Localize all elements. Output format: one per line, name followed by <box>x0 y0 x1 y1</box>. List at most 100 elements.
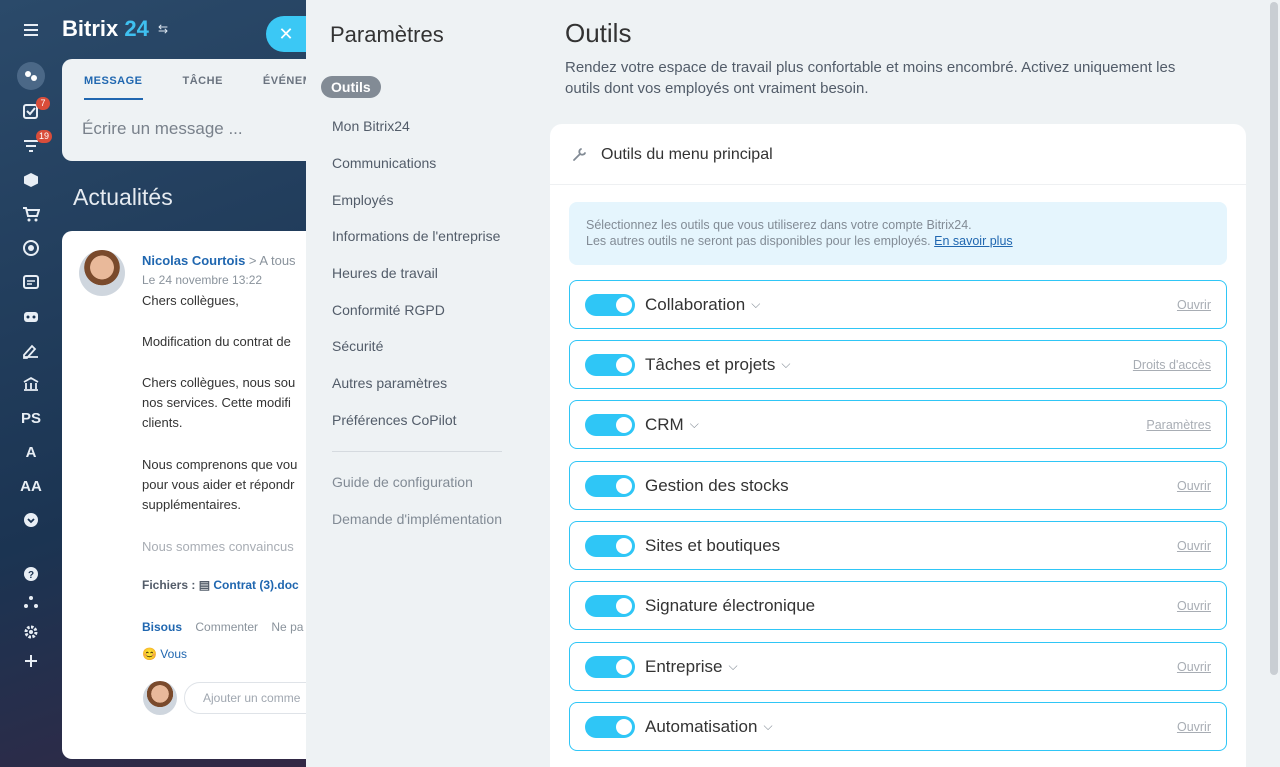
brand-number: 24 <box>124 16 149 41</box>
settings-title: Paramètres <box>330 22 444 47</box>
left-sidebar: 7 19 PS A AA ? <box>0 0 62 767</box>
brand-switch-icon[interactable]: ⇆ <box>158 22 168 36</box>
tool-action-link[interactable]: Ouvrir <box>1177 298 1211 312</box>
rail-text-ps[interactable]: PS <box>19 406 43 430</box>
pulse-icon[interactable] <box>17 62 45 90</box>
tool-toggle[interactable] <box>585 294 635 316</box>
nav-item-copilot[interactable]: Préférences CoPilot <box>332 412 457 428</box>
nav-item-rgpd[interactable]: Conformité RGPD <box>332 302 445 318</box>
brand-logo[interactable]: Bitrix 24 <box>62 16 149 42</box>
tool-action-link[interactable]: Ouvrir <box>1177 479 1211 493</box>
unfollow-button[interactable]: Ne pa <box>271 620 303 634</box>
tab-task[interactable]: TÂCHE <box>183 75 223 100</box>
nav-item-autres[interactable]: Autres paramètres <box>332 375 447 391</box>
page-title: Outils <box>565 18 632 48</box>
gear-icon[interactable] <box>19 620 43 644</box>
chevron-down-icon[interactable]: ⌵ <box>690 417 699 432</box>
post-author[interactable]: Nicolas Courtois > A tous <box>142 253 296 268</box>
files-label: Fichiers : <box>142 578 196 592</box>
post-text-line: supplémentaires. <box>142 497 241 512</box>
author-avatar[interactable] <box>79 250 125 296</box>
comment-button[interactable]: Commenter <box>195 620 258 634</box>
nav-item-securite[interactable]: Sécurité <box>332 338 383 354</box>
box-icon[interactable] <box>19 168 43 192</box>
settings-panel: Paramètres Outils Mon Bitrix24 Communica… <box>306 0 1280 767</box>
nav-item-guide[interactable]: Guide de configuration <box>332 474 473 490</box>
document-icon: ▤ <box>198 578 211 592</box>
tab-message[interactable]: MESSAGE <box>84 75 143 100</box>
tool-name[interactable]: Tâches et projets ⌵ <box>645 355 791 375</box>
post-text-line: Chers collègues, <box>142 293 239 308</box>
chevron-down-icon[interactable]: ⌵ <box>751 297 760 312</box>
nav-item-communications[interactable]: Communications <box>332 155 436 171</box>
post-files: Fichiers : ▤ Contrat (3).doc <box>142 578 299 592</box>
nav-item-outils[interactable]: Outils <box>321 76 381 98</box>
tool-name[interactable]: Automatisation ⌵ <box>645 717 773 737</box>
rail-text-aa[interactable]: AA <box>19 474 43 498</box>
tool-action-link[interactable]: Ouvrir <box>1177 599 1211 613</box>
tasks-badge: 7 <box>36 97 50 110</box>
tool-toggle[interactable] <box>585 354 635 376</box>
chevron-down-icon[interactable]: ⌵ <box>781 357 790 372</box>
nav-item-implementation[interactable]: Demande d'implémentation <box>332 511 502 527</box>
nav-item-heures[interactable]: Heures de travail <box>332 265 438 281</box>
chevron-down-icon[interactable]: ⌵ <box>728 659 737 674</box>
rail-text-a[interactable]: A <box>19 440 43 464</box>
tool-name[interactable]: CRM ⌵ <box>645 415 699 435</box>
tool-toggle[interactable] <box>585 595 635 617</box>
post-destination: A tous <box>259 253 296 268</box>
nav-divider <box>332 451 502 452</box>
comment-input[interactable]: Ajouter un comme <box>184 682 322 714</box>
post-text-line: nos services. Cette modifi <box>142 395 291 410</box>
chevron-down-icon[interactable]: ⌵ <box>763 719 772 734</box>
structure-icon[interactable] <box>19 590 43 614</box>
help-icon[interactable]: ? <box>19 562 43 586</box>
nav-item-informations[interactable]: Informations de l'entreprise <box>332 228 500 244</box>
tool-name: Signature électronique <box>645 596 816 615</box>
contact-card-icon[interactable] <box>19 270 43 294</box>
nav-item-employes[interactable]: Employés <box>332 192 393 208</box>
learn-more-link[interactable]: En savoir plus <box>934 234 1013 248</box>
tool-toggle[interactable] <box>585 535 635 557</box>
menu-icon[interactable] <box>19 18 43 42</box>
post-composer: MESSAGE TÂCHE ÉVÉNEM Écrire un message .… <box>62 59 322 161</box>
nav-item-mon-bitrix24[interactable]: Mon Bitrix24 <box>332 118 410 134</box>
tool-action-link[interactable]: Paramètres <box>1146 418 1211 432</box>
author-name[interactable]: Nicolas Courtois <box>142 253 245 268</box>
plus-icon[interactable] <box>19 649 43 673</box>
card-title: Outils du menu principal <box>601 146 773 163</box>
target-icon[interactable] <box>19 236 43 260</box>
cart-icon[interactable] <box>19 202 43 226</box>
message-input[interactable]: Écrire un message ... <box>82 119 243 139</box>
tool-toggle[interactable] <box>585 475 635 497</box>
close-slider-button[interactable]: ✕ <box>266 16 306 52</box>
close-icon: ✕ <box>278 23 294 44</box>
file-link[interactable]: Contrat (3).doc <box>213 578 298 592</box>
svg-text:?: ? <box>28 570 34 581</box>
scrollbar[interactable] <box>1270 2 1278 675</box>
tool-action-link[interactable]: Ouvrir <box>1177 720 1211 734</box>
tool-toggle[interactable] <box>585 414 635 436</box>
tool-toggle[interactable] <box>585 656 635 678</box>
brand-name: Bitrix <box>62 16 119 41</box>
settings-content: Outils Rendez votre espace de travail pl… <box>550 0 1280 767</box>
like-button[interactable]: Bisous <box>142 620 182 634</box>
tool-action-link[interactable]: Ouvrir <box>1177 539 1211 553</box>
bank-icon[interactable] <box>19 372 43 396</box>
reaction-text: Vous <box>160 647 187 661</box>
tool-row-sites: Sites et boutiques Ouvrir <box>569 521 1227 570</box>
tool-name[interactable]: Entreprise ⌵ <box>645 657 738 677</box>
tool-toggle[interactable] <box>585 716 635 738</box>
tool-row-crm: CRM ⌵ Paramètres <box>569 400 1227 449</box>
crm-badge: 19 <box>36 130 53 143</box>
tool-action-link[interactable]: Droits d'accès <box>1133 358 1211 372</box>
post-reaction[interactable]: 😊 Vous <box>142 647 187 661</box>
chevron-circle-icon[interactable] <box>19 508 43 532</box>
signature-icon[interactable] <box>19 338 43 362</box>
tool-row-stocks: Gestion des stocks Ouvrir <box>569 461 1227 510</box>
tab-event[interactable]: ÉVÉNEM <box>263 75 312 100</box>
robot-icon[interactable] <box>19 304 43 328</box>
tool-name[interactable]: Collaboration ⌵ <box>645 295 760 315</box>
tool-row-entreprise: Entreprise ⌵ Ouvrir <box>569 642 1227 691</box>
tool-action-link[interactable]: Ouvrir <box>1177 660 1211 674</box>
